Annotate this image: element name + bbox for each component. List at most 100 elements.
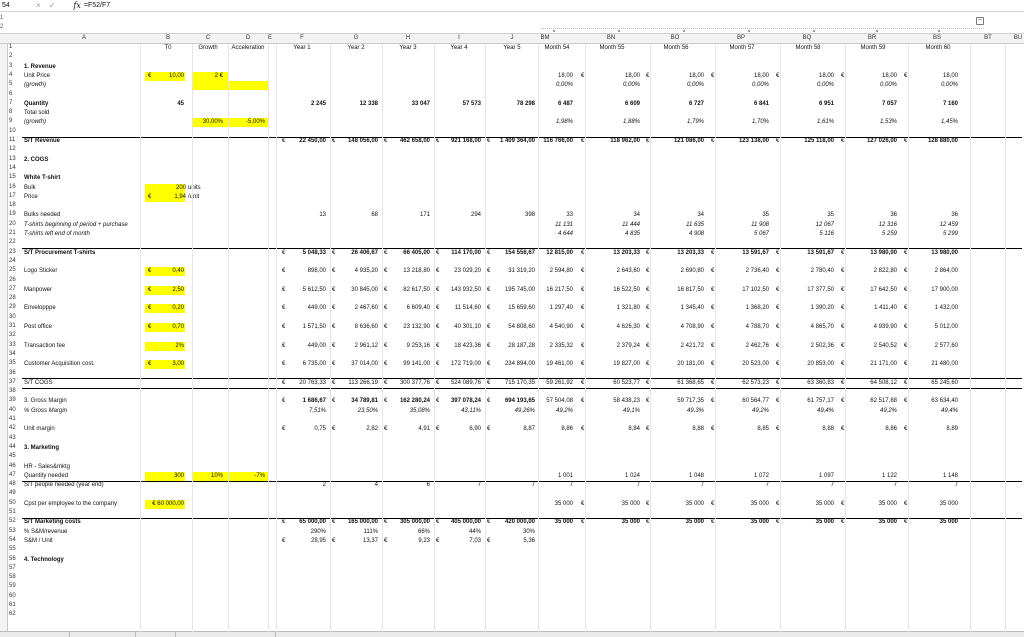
- row-label[interactable]: Total sold: [24, 110, 49, 116]
- outline-level-1-icon[interactable]: 1: [0, 15, 3, 21]
- row-number[interactable]: 23: [0, 249, 22, 255]
- row-number[interactable]: 42: [0, 425, 22, 431]
- year-value[interactable]: 234 894,00: [505, 361, 535, 367]
- year-value[interactable]: 82 617,50: [403, 287, 430, 293]
- row-number[interactable]: 46: [0, 463, 22, 469]
- month-value[interactable]: 17 900,00: [931, 287, 958, 293]
- month-value[interactable]: 2 421,72: [681, 343, 704, 349]
- year-value[interactable]: 898,00: [308, 268, 326, 274]
- column-title-f[interactable]: Year 1: [293, 45, 310, 51]
- row-number[interactable]: 26: [0, 277, 22, 283]
- row-number[interactable]: 32: [0, 332, 22, 338]
- growth-value[interactable]: 30,00%: [203, 119, 223, 125]
- month-value[interactable]: 35 000: [555, 519, 573, 525]
- row-number[interactable]: 25: [0, 267, 22, 273]
- row-number[interactable]: 11: [0, 137, 22, 143]
- month-value[interactable]: 21 480,00: [931, 361, 958, 367]
- month-value[interactable]: 0,00%: [687, 82, 704, 88]
- row-label[interactable]: Unit Price: [24, 73, 50, 79]
- year-value[interactable]: 65 000,00: [299, 519, 326, 525]
- month-value[interactable]: 63 360,83: [807, 380, 834, 386]
- month-value[interactable]: 7 057: [882, 101, 897, 107]
- row-number[interactable]: 36: [0, 370, 22, 376]
- column-title-h[interactable]: Year 3: [399, 45, 416, 51]
- column-title-bq[interactable]: Month 58: [795, 45, 820, 51]
- month-value[interactable]: 16 217,50: [546, 287, 573, 293]
- month-value[interactable]: 62 573,23: [742, 380, 769, 386]
- year-value[interactable]: 12 338: [360, 101, 378, 107]
- month-value[interactable]: 4 939,90: [874, 324, 897, 330]
- month-value[interactable]: 116 766,00: [543, 138, 573, 144]
- year-value[interactable]: 290%: [311, 529, 326, 535]
- month-value[interactable]: 16 817,50: [677, 287, 704, 293]
- collapse-group-icon[interactable]: −: [976, 17, 984, 25]
- year-value[interactable]: 15 659,60: [508, 305, 535, 311]
- month-value[interactable]: 0,00%: [941, 82, 958, 88]
- month-value[interactable]: 35 000: [686, 519, 704, 525]
- month-value[interactable]: 60 564,77: [742, 398, 769, 404]
- month-value[interactable]: 1 368,20: [746, 305, 769, 311]
- month-value[interactable]: 13 980,00: [870, 250, 897, 256]
- year-value[interactable]: 23,50%: [358, 408, 378, 414]
- month-value[interactable]: 1 048: [689, 473, 704, 479]
- month-value[interactable]: 2 736,40: [746, 268, 769, 274]
- month-value[interactable]: 20 853,00: [807, 361, 834, 367]
- month-value[interactable]: 0,00%: [752, 82, 769, 88]
- year-value[interactable]: 2 961,12: [355, 343, 378, 349]
- row-number[interactable]: 7: [0, 100, 22, 106]
- month-value[interactable]: 8,86: [561, 426, 573, 432]
- month-value[interactable]: 18,00: [689, 73, 704, 79]
- month-value[interactable]: 19 827,00: [613, 361, 640, 367]
- year-value[interactable]: 154 556,67: [505, 250, 535, 256]
- row-number[interactable]: 51: [0, 509, 22, 515]
- year-value[interactable]: 28 187,28: [508, 343, 535, 349]
- month-value[interactable]: 49,3%: [687, 408, 704, 414]
- year-value[interactable]: 7,51%: [309, 408, 326, 414]
- row-number[interactable]: 34: [0, 351, 22, 357]
- month-value[interactable]: 13 591,67: [807, 250, 834, 256]
- month-value[interactable]: 35 000: [816, 519, 834, 525]
- row-number[interactable]: 8: [0, 109, 22, 115]
- row-label[interactable]: S&M / Unit: [24, 538, 53, 544]
- t0-value[interactable]: 3,00: [172, 361, 184, 367]
- year-value[interactable]: 78 298: [517, 101, 535, 107]
- row-number[interactable]: 61: [0, 602, 22, 608]
- row-number[interactable]: 29: [0, 304, 22, 310]
- year-value[interactable]: 524 089,76: [451, 380, 481, 386]
- t0-value[interactable]: 0,40: [172, 268, 184, 274]
- year-value[interactable]: 4,91: [418, 426, 430, 432]
- row-label[interactable]: % S&M/revenue: [24, 529, 67, 535]
- row-number[interactable]: 35: [0, 360, 22, 366]
- month-value[interactable]: 8,84: [628, 426, 640, 432]
- month-value[interactable]: 125 118,00: [804, 138, 834, 144]
- row-number[interactable]: 3: [0, 63, 22, 69]
- growth-value[interactable]: 2 €: [215, 73, 223, 79]
- column-title-bo[interactable]: Month 56: [663, 45, 688, 51]
- year-value[interactable]: 57 573: [463, 101, 481, 107]
- month-value[interactable]: 4 708,90: [681, 324, 704, 330]
- year-value[interactable]: 11 514,60: [455, 305, 481, 311]
- month-value[interactable]: 20 523,00: [742, 361, 769, 367]
- row-label[interactable]: (growth): [24, 82, 46, 88]
- row-number[interactable]: 4: [0, 72, 22, 78]
- row-number[interactable]: 15: [0, 174, 22, 180]
- column-title-bs[interactable]: Month 60: [925, 45, 950, 51]
- year-value[interactable]: 300 377,76: [400, 380, 430, 386]
- row-number[interactable]: 9: [0, 118, 22, 124]
- month-value[interactable]: 49,2%: [880, 408, 897, 414]
- month-value[interactable]: 4 865,70: [811, 324, 834, 330]
- column-header-bp[interactable]: BP: [737, 35, 745, 41]
- month-value[interactable]: 0,00%: [556, 82, 573, 88]
- month-value[interactable]: 5 067: [754, 231, 769, 237]
- year-value[interactable]: 715 170,35: [505, 380, 535, 386]
- month-value[interactable]: 1 345,40: [681, 305, 704, 311]
- year-value[interactable]: 143 932,50: [451, 287, 481, 293]
- row-number[interactable]: 57: [0, 565, 22, 571]
- year-value[interactable]: 5 612,50: [303, 287, 326, 293]
- row-label[interactable]: Bulk: [24, 185, 36, 191]
- year-value[interactable]: 13 218,80: [403, 268, 430, 274]
- year-value[interactable]: 37 014,00: [351, 361, 378, 367]
- column-title-d[interactable]: Acceleration: [231, 45, 264, 51]
- row-number[interactable]: 44: [0, 444, 22, 450]
- month-value[interactable]: 49,4%: [941, 408, 958, 414]
